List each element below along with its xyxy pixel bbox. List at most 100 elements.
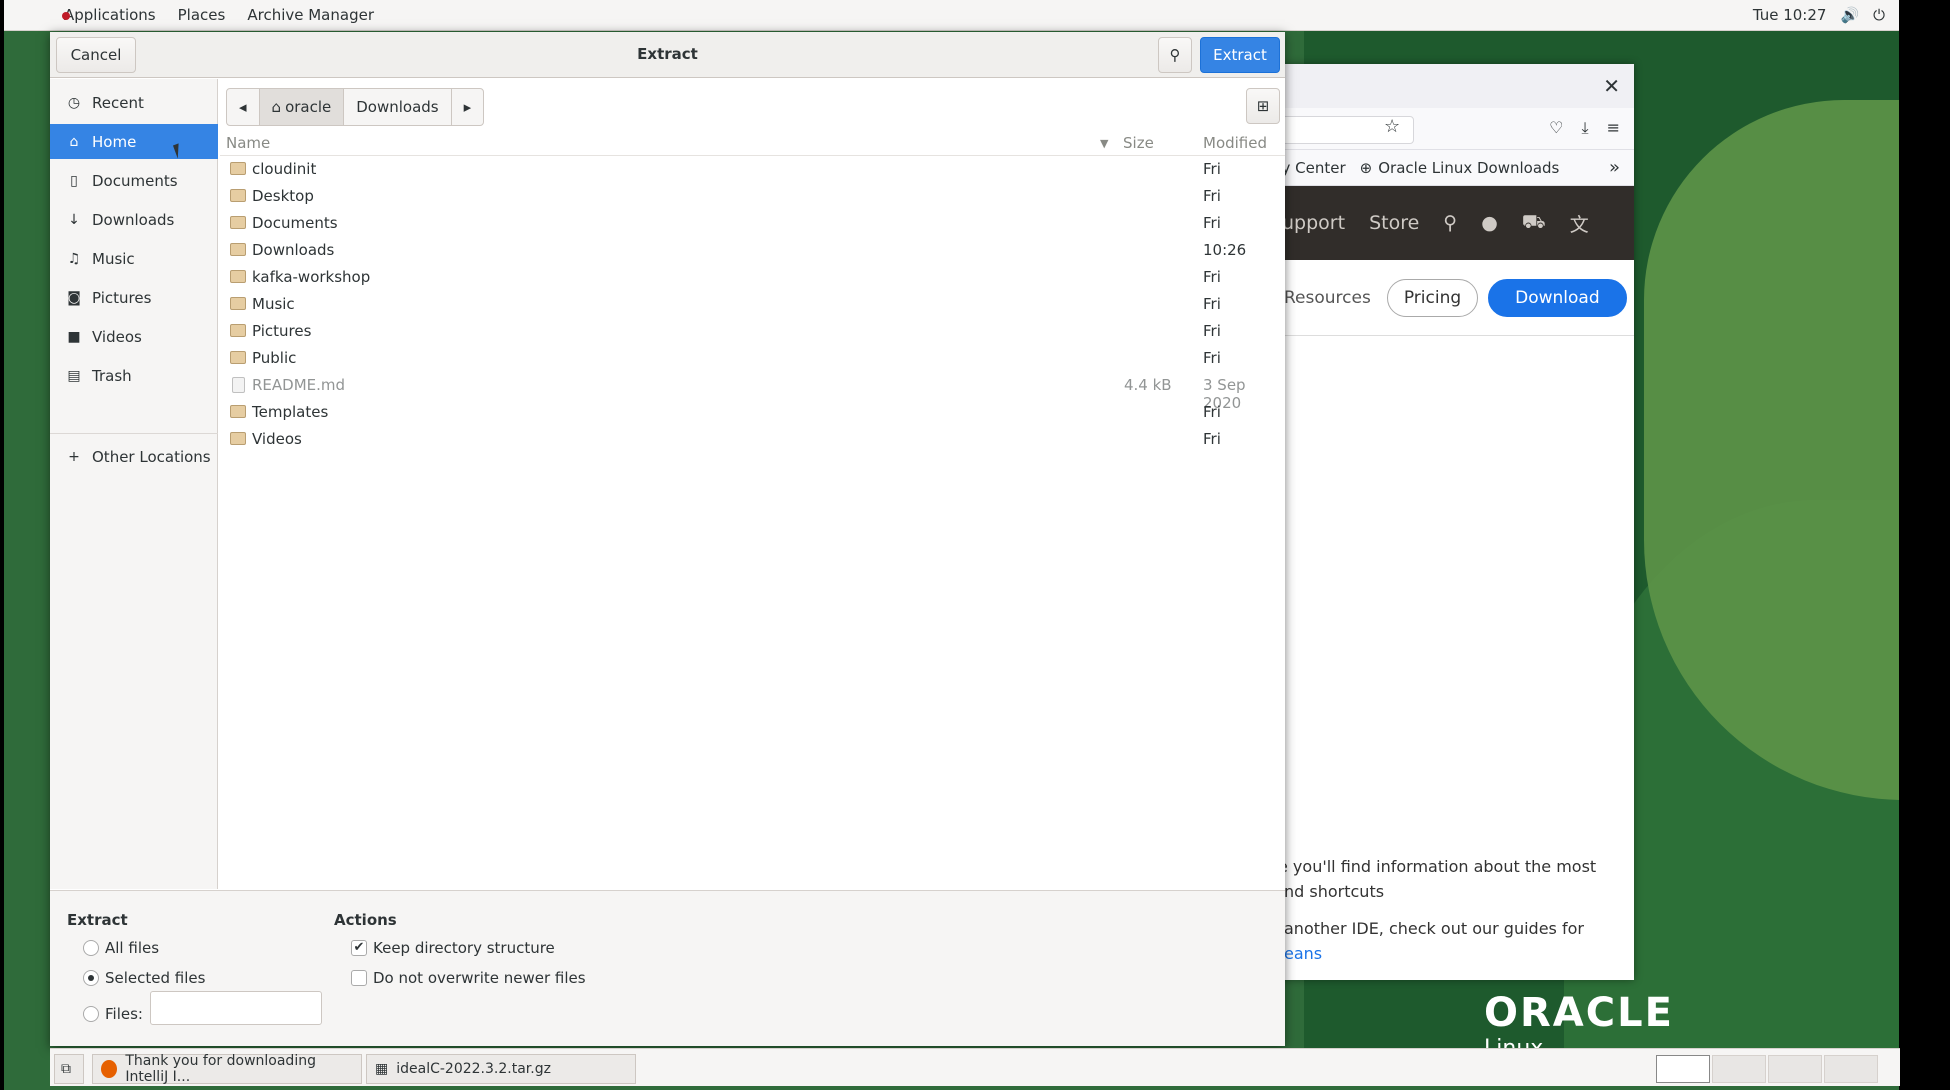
- pricing-button[interactable]: Pricing: [1386, 278, 1479, 317]
- keep-structure-checkbox[interactable]: ✔ Keep directory structure: [351, 939, 555, 957]
- check-icon: ✔: [351, 940, 367, 956]
- table-row[interactable]: Videos Fri: [220, 426, 1285, 453]
- chevron-right-icon[interactable]: »: [1609, 157, 1634, 178]
- taskbar-archive-manager[interactable]: ▦ idealC-2022.3.2.tar.gz: [366, 1054, 636, 1084]
- table-row[interactable]: cloudinit Fri: [220, 156, 1285, 183]
- table-row[interactable]: Templates Fri: [220, 399, 1285, 426]
- table-row[interactable]: kafka-workshop Fri: [220, 264, 1285, 291]
- selected-files-radio[interactable]: Selected files: [83, 969, 205, 987]
- sidebar-item-documents[interactable]: ▯ Documents: [50, 163, 218, 198]
- text-line: another IDE, check out our guides for: [1284, 919, 1584, 938]
- sort-chevron-down-icon[interactable]: ▼: [1100, 137, 1108, 150]
- column-name[interactable]: Name: [226, 134, 270, 152]
- applications-menu[interactable]: Applications: [4, 6, 167, 24]
- search-icon[interactable]: ⚲: [1443, 212, 1457, 234]
- translate-icon[interactable]: 文: [1570, 210, 1589, 237]
- workspace-2[interactable]: [1712, 1055, 1766, 1083]
- text-line: nd shortcuts: [1284, 882, 1385, 901]
- volume-icon[interactable]: 🔊: [1840, 6, 1859, 24]
- table-row[interactable]: Pictures Fri: [220, 318, 1285, 345]
- sidebar-item-home[interactable]: ⌂ Home: [50, 124, 218, 159]
- sidebar-item-trash[interactable]: ▤ Trash: [50, 358, 218, 393]
- sidebar-item-pictures[interactable]: ◙ Pictures: [50, 280, 218, 315]
- all-files-radio[interactable]: All files: [83, 939, 159, 957]
- sidebar-item-label: Trash: [92, 366, 132, 385]
- extract-button[interactable]: Extract: [1200, 37, 1280, 73]
- sidebar-item-downloads[interactable]: ↓ Downloads: [50, 202, 218, 237]
- no-overwrite-checkbox[interactable]: Do not overwrite newer files: [351, 969, 586, 987]
- pocket-icon[interactable]: ♡: [1549, 118, 1563, 138]
- bookmark-star-icon[interactable]: ☆: [1384, 116, 1400, 137]
- show-desktop-icon[interactable]: ⧉: [54, 1054, 84, 1084]
- sidebar-item-label: Recent: [92, 93, 144, 112]
- file-modified: Fri: [1203, 403, 1221, 421]
- sidebar-item-recent[interactable]: ◷ Recent: [50, 85, 218, 120]
- folder-icon: [230, 324, 246, 337]
- downloads-icon[interactable]: ⤓: [1582, 118, 1589, 138]
- text-link[interactable]: eans: [1284, 941, 1624, 966]
- workspace-3[interactable]: [1768, 1055, 1822, 1083]
- table-row[interactable]: Desktop Fri: [220, 183, 1285, 210]
- file-name: Music: [252, 295, 295, 313]
- sidebar-item-label: Downloads: [92, 210, 175, 229]
- dialog-title: Extract: [637, 45, 698, 63]
- files-radio[interactable]: Files:: [83, 1005, 143, 1023]
- page-text: e you'll find information about the most…: [1278, 854, 1624, 966]
- column-modified[interactable]: Modified: [1203, 134, 1267, 152]
- dialog-header: Cancel Extract ⚲ Extract: [50, 32, 1285, 78]
- file-modified: Fri: [1203, 187, 1221, 205]
- path-back-button[interactable]: ◂: [227, 89, 260, 125]
- table-row[interactable]: Documents Fri: [220, 210, 1285, 237]
- sidebar-item-label: Music: [92, 249, 135, 268]
- file-list: Name ▼ Size Modified cloudinit Fri Deskto…: [220, 130, 1285, 888]
- workspace-4[interactable]: [1824, 1055, 1878, 1083]
- nav-store[interactable]: Store: [1369, 212, 1419, 234]
- search-icon[interactable]: ⚲: [1158, 37, 1192, 73]
- folder-icon: [230, 297, 246, 310]
- clock[interactable]: Tue 10:27: [1753, 6, 1827, 24]
- table-row[interactable]: Music Fri: [220, 291, 1285, 318]
- user-icon[interactable]: ●: [1481, 212, 1498, 234]
- download-button[interactable]: Download: [1488, 278, 1627, 317]
- path-forward-button[interactable]: ▸: [452, 89, 484, 125]
- music-icon: ♫: [67, 250, 81, 267]
- table-row[interactable]: README.md 4.4 kB 3 Sep 2020: [220, 372, 1285, 412]
- file-modified: Fri: [1203, 268, 1221, 286]
- file-name: Templates: [252, 403, 329, 421]
- sidebar-item-music[interactable]: ♫ Music: [50, 241, 218, 276]
- file-name: README.md: [252, 376, 346, 394]
- plus-icon: +: [68, 448, 80, 465]
- sidebar-item-label: Home: [92, 132, 137, 151]
- files-pattern-input[interactable]: [150, 991, 322, 1025]
- archive-manager-menu[interactable]: Archive Manager: [236, 6, 385, 24]
- document-icon: ▯: [70, 172, 78, 189]
- new-folder-icon[interactable]: ⊞: [1246, 88, 1280, 124]
- radio-indicator: [83, 1006, 99, 1022]
- column-size[interactable]: Size: [1123, 134, 1154, 152]
- sidebar-item-other-locations[interactable]: + Other Locations: [50, 439, 218, 474]
- folder-icon: [230, 351, 246, 364]
- file-name: Pictures: [252, 322, 312, 340]
- table-row[interactable]: Downloads 10:26: [220, 237, 1285, 264]
- nav-support[interactable]: upport: [1282, 212, 1345, 234]
- close-icon[interactable]: ✕: [1603, 74, 1620, 98]
- option-label: Files:: [105, 1005, 143, 1023]
- path-downloads-button[interactable]: Downloads: [344, 89, 452, 125]
- bookmark-item[interactable]: Oracle Linux Downloads: [1378, 159, 1559, 177]
- resources-link[interactable]: Resources: [1284, 288, 1371, 308]
- taskbar-label: idealC-2022.3.2.tar.gz: [396, 1061, 551, 1077]
- places-menu[interactable]: Places: [167, 6, 237, 24]
- workspace-1[interactable]: [1656, 1055, 1710, 1083]
- home-icon: ⌂: [271, 98, 282, 116]
- file-modified: Fri: [1203, 430, 1221, 448]
- table-row[interactable]: Public Fri: [220, 345, 1285, 372]
- option-label: Keep directory structure: [373, 939, 555, 957]
- path-home-button[interactable]: ⌂ oracle: [259, 89, 345, 125]
- sidebar-item-videos[interactable]: ■ Videos: [50, 319, 218, 354]
- file-modified: Fri: [1203, 295, 1221, 313]
- extract-section-label: Extract: [67, 911, 128, 929]
- cart-icon[interactable]: ⛟: [1522, 211, 1546, 236]
- power-icon[interactable]: ⏻: [1873, 6, 1885, 24]
- menu-icon[interactable]: ≡: [1607, 118, 1620, 138]
- taskbar-firefox[interactable]: Thank you for downloading IntelliJ I...: [92, 1053, 362, 1085]
